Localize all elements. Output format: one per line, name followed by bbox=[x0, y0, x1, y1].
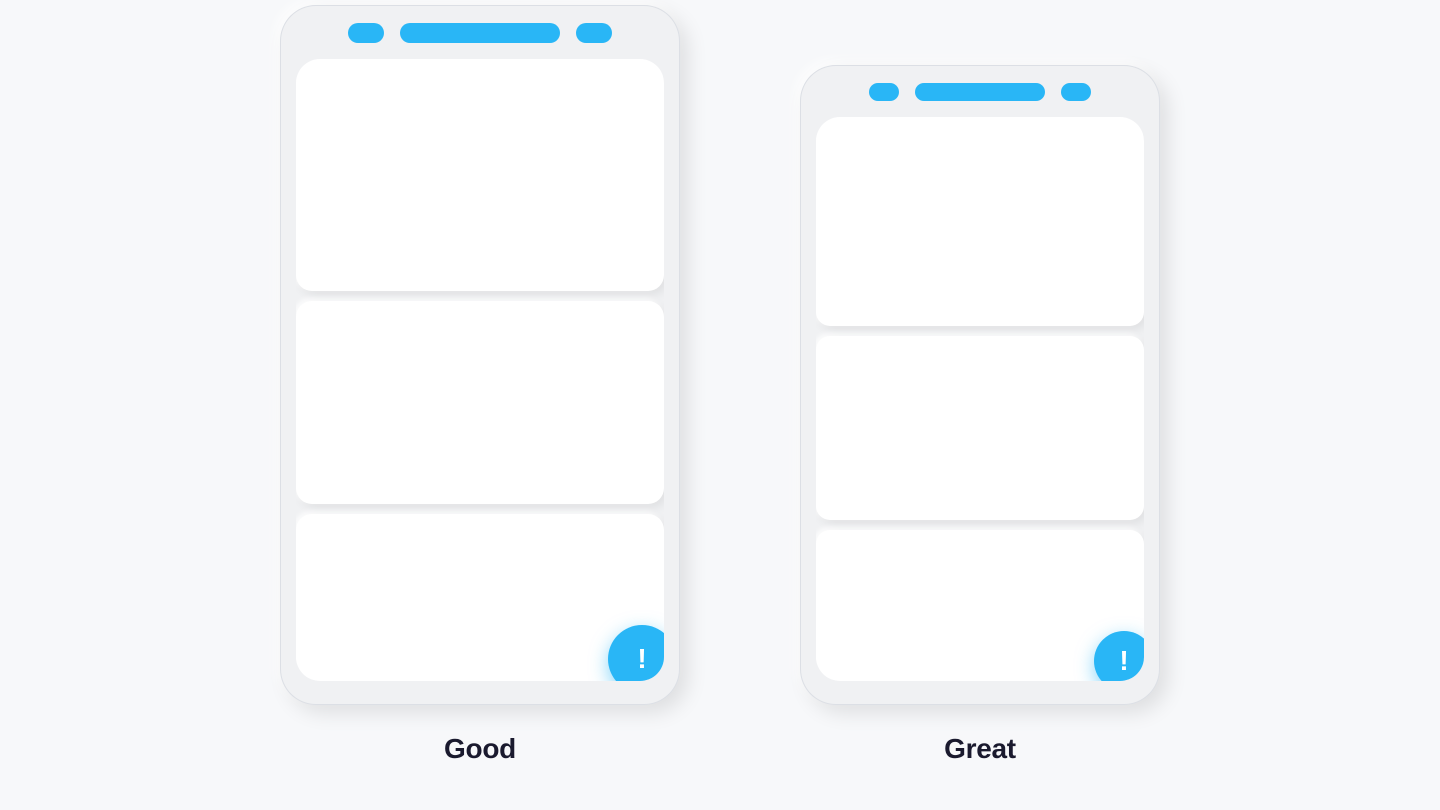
great-label: Great bbox=[944, 733, 1016, 765]
great-header-left-dot bbox=[869, 83, 899, 101]
good-fab-button[interactable]: ! bbox=[608, 625, 664, 681]
good-card-3: ! bbox=[296, 514, 664, 681]
great-card-3: ! bbox=[816, 530, 1144, 681]
good-fab-icon: ! bbox=[637, 645, 646, 673]
great-fab-icon: ! bbox=[1119, 647, 1128, 675]
great-fab-button[interactable]: ! bbox=[1094, 631, 1144, 681]
great-phone-header bbox=[816, 83, 1144, 101]
good-label: Good bbox=[444, 733, 516, 765]
comparison-container: ! Good ! Great bbox=[280, 5, 1160, 805]
good-phone-wrapper: ! Good bbox=[280, 5, 680, 765]
great-card-1 bbox=[816, 117, 1144, 326]
good-card-2 bbox=[296, 301, 664, 505]
good-phone-body: ! bbox=[296, 59, 664, 681]
great-header-bar bbox=[915, 83, 1045, 101]
good-phone-frame: ! bbox=[280, 5, 680, 705]
good-card-1 bbox=[296, 59, 664, 291]
good-header-right-dot bbox=[576, 23, 612, 43]
great-phone-body: ! bbox=[816, 117, 1144, 681]
good-header-left-dot bbox=[348, 23, 384, 43]
good-phone-header bbox=[296, 23, 664, 43]
great-phone-frame: ! bbox=[800, 65, 1160, 705]
great-card-2 bbox=[816, 336, 1144, 520]
great-header-right-dot bbox=[1061, 83, 1091, 101]
good-header-bar bbox=[400, 23, 560, 43]
great-phone-wrapper: ! Great bbox=[800, 65, 1160, 765]
